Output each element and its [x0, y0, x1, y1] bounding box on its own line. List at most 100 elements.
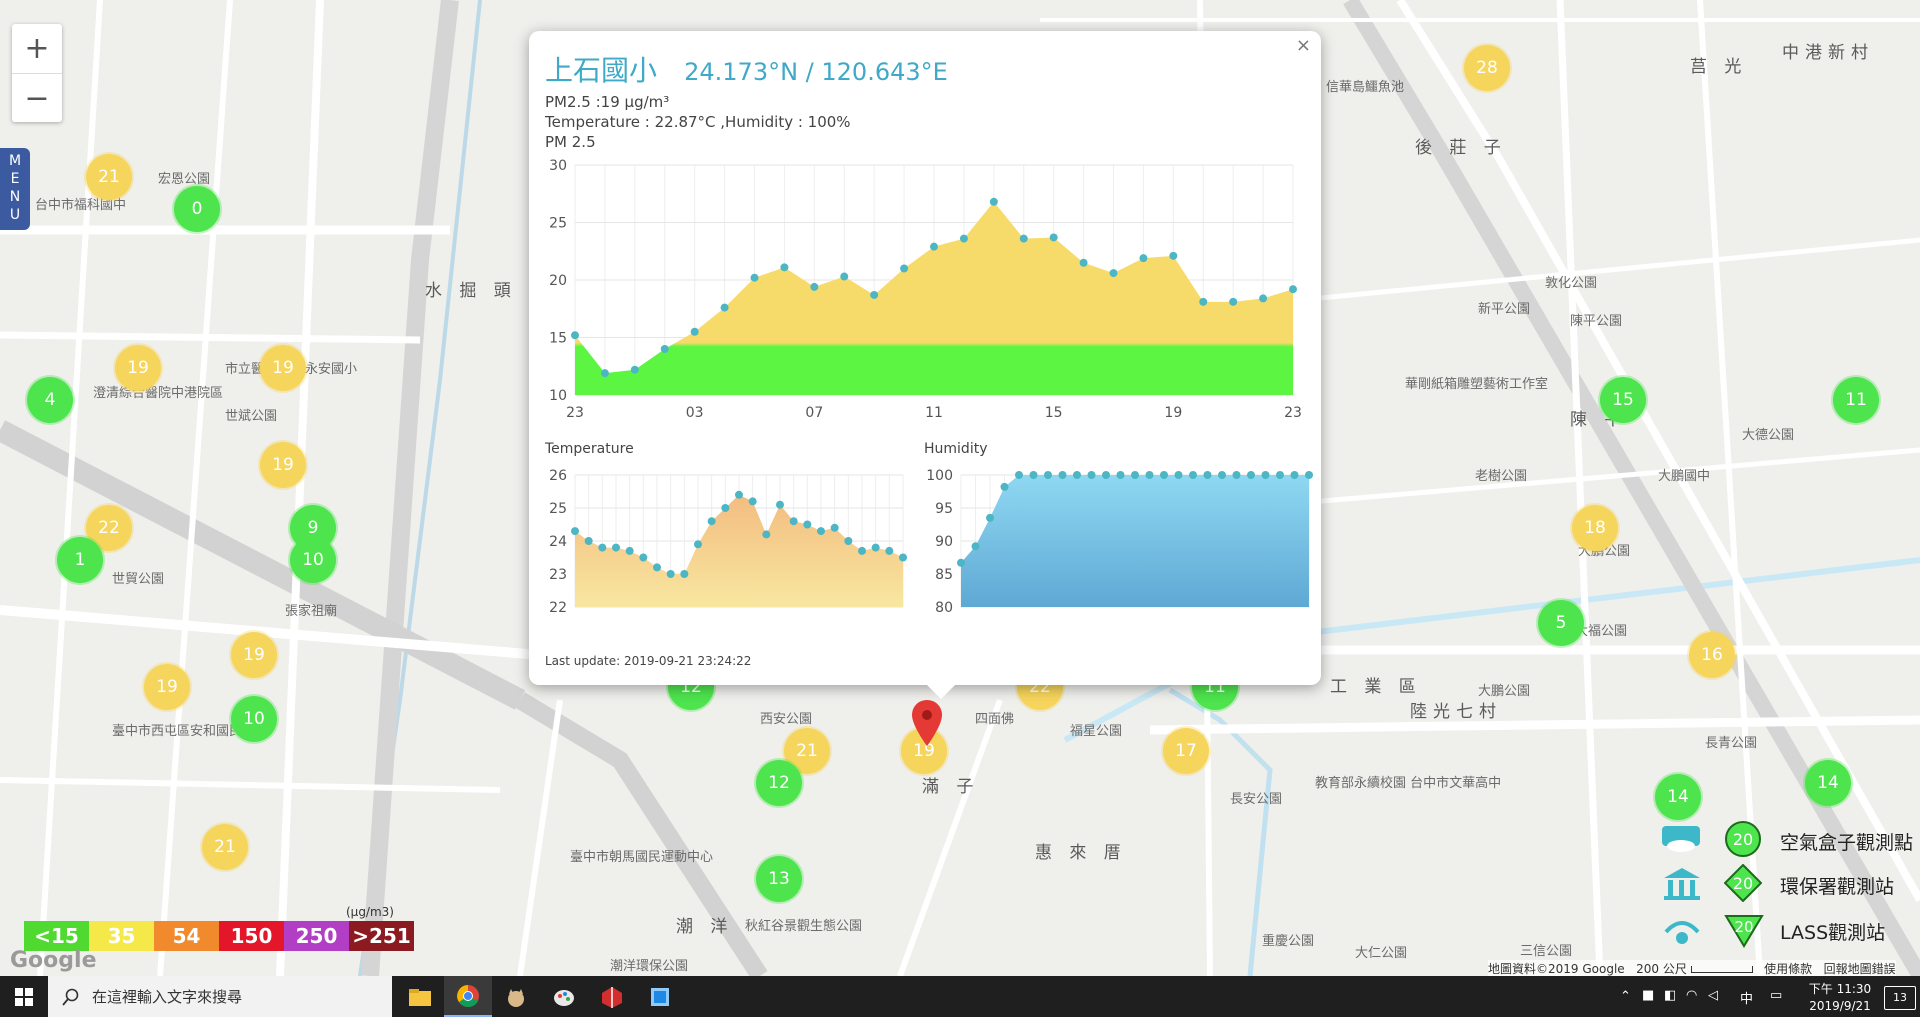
- sensor-marker[interactable]: 11: [1833, 377, 1879, 423]
- x-tick-label: 11: [925, 405, 943, 421]
- temperature-chart-title: Temperature: [545, 441, 634, 457]
- legend-lass: 20 LASS觀測站: [1660, 910, 1920, 950]
- notification-center[interactable]: 13: [1884, 986, 1916, 1010]
- sensor-marker[interactable]: 28: [1464, 45, 1510, 91]
- data-point: [735, 490, 743, 499]
- zoom-in-button[interactable]: +: [12, 24, 62, 74]
- district-label: 莒 光: [1690, 57, 1748, 77]
- search-icon: [62, 988, 79, 1006]
- close-icon[interactable]: ×: [1296, 35, 1311, 56]
- start-button[interactable]: [0, 976, 48, 1017]
- wifi-icon[interactable]: ◠: [1686, 988, 1697, 1003]
- map-scale[interactable]: 200 公尺: [1636, 962, 1687, 976]
- paint-app-icon[interactable]: [540, 976, 588, 1017]
- sensor-marker[interactable]: 15: [1600, 377, 1646, 423]
- place-label: 宏恩公園: [158, 172, 211, 187]
- place-label: 秋紅谷景觀生態公園: [745, 919, 863, 934]
- sensor-marker[interactable]: 13: [756, 856, 802, 902]
- data-point: [660, 345, 669, 353]
- legend-airbox: 20 空氣盒子觀測點: [1660, 820, 1920, 860]
- sensor-marker[interactable]: 18: [1572, 505, 1618, 551]
- sensor-marker[interactable]: 4: [27, 377, 73, 423]
- chrome-icon[interactable]: [444, 976, 492, 1017]
- district-label: 後 莊 子: [1415, 138, 1507, 158]
- y-tick-label: 24: [549, 534, 567, 550]
- zoom-out-button[interactable]: −: [12, 74, 62, 123]
- google-logo: Google: [10, 948, 97, 973]
- sensor-marker[interactable]: 0: [174, 186, 220, 232]
- sensor-marker[interactable]: 21: [202, 824, 248, 870]
- legend-epa: 20 環保署觀測站: [1660, 864, 1920, 904]
- data-point: [762, 530, 771, 539]
- sensor-marker[interactable]: 14: [1805, 760, 1851, 806]
- taskbar-search[interactable]: 在這裡輸入文字來搜尋: [48, 976, 392, 1017]
- sensor-marker[interactable]: 19: [144, 664, 190, 710]
- epa-marker-icon: 20: [1724, 864, 1762, 902]
- aqi-legend-item: 54: [154, 921, 219, 951]
- station-popup: × 上石國小 24.173°N / 120.643°E PM2.5 :19 μg…: [529, 31, 1321, 699]
- network-icon[interactable]: ◧: [1664, 988, 1676, 1003]
- security-icon[interactable]: ■: [1642, 988, 1654, 1003]
- data-point: [971, 542, 980, 551]
- data-point: [612, 543, 620, 552]
- data-point: [1116, 471, 1125, 479]
- aqi-legend: <15 35 54 150 250 >251: [24, 921, 414, 951]
- taskbar-clock[interactable]: 下午 11:30 2019/9/21: [1800, 980, 1880, 1013]
- data-point: [1073, 471, 1081, 479]
- sensor-marker[interactable]: 5: [1538, 600, 1584, 646]
- volume-icon[interactable]: ◁: [1708, 988, 1718, 1003]
- app-window-icon[interactable]: [636, 976, 684, 1017]
- sensor-marker[interactable]: 1: [57, 537, 103, 583]
- sensor-marker[interactable]: 16: [1689, 632, 1735, 678]
- sensor-marker[interactable]: 19: [260, 442, 306, 488]
- sensor-marker[interactable]: 17: [1163, 728, 1209, 774]
- data-point: [748, 497, 757, 506]
- sensor-marker[interactable]: 19: [231, 632, 277, 678]
- airbox-marker-value: 20: [1733, 830, 1753, 849]
- data-point: [1109, 269, 1118, 278]
- sensor-marker[interactable]: 14: [1655, 774, 1701, 820]
- data-point: [1218, 471, 1226, 479]
- sensor-marker[interactable]: 19: [115, 345, 161, 391]
- y-tick-label: 22: [549, 600, 567, 616]
- lass-marker-icon: 20: [1724, 915, 1764, 948]
- sensor-marker[interactable]: 10: [231, 696, 277, 742]
- x-tick-label: 19: [1164, 405, 1182, 421]
- windows-icon: [15, 987, 33, 1006]
- sensor-marker[interactable]: 10: [290, 537, 336, 583]
- place-label: 潮洋環保公園: [610, 959, 689, 974]
- data-point: [817, 527, 825, 536]
- pm25-chart: 10 15 20 25 30 23 03 07 11 15 19 23: [549, 158, 1302, 421]
- location-pin-icon[interactable]: [911, 700, 943, 748]
- data-point: [1290, 471, 1299, 479]
- app-icon[interactable]: [492, 976, 540, 1017]
- menu-button[interactable]: MENU: [0, 148, 30, 230]
- temp-humidity-reading: Temperature : 22.87°C ,Humidity : 100%: [545, 113, 851, 131]
- data-point: [694, 540, 702, 549]
- x-tick-label: 23: [566, 405, 584, 421]
- district-label: 陸光七村: [1410, 702, 1502, 722]
- data-point: [1174, 471, 1183, 479]
- sensor-marker[interactable]: 12: [756, 760, 802, 806]
- epa-label: 環保署觀測站: [1780, 876, 1895, 898]
- airbox-marker-icon: 20: [1725, 821, 1761, 857]
- place-label: 信華島鱷魚池: [1326, 80, 1405, 95]
- data-point: [1102, 471, 1110, 479]
- ime-indicator[interactable]: 中: [1740, 988, 1753, 1007]
- sensor-marker[interactable]: 19: [260, 345, 306, 391]
- data-point: [707, 517, 716, 526]
- terms-link[interactable]: 使用條款: [1764, 962, 1812, 976]
- keyboard-icon[interactable]: ▭: [1770, 988, 1782, 1003]
- data-point: [1261, 471, 1270, 479]
- sensor-marker[interactable]: 21: [86, 154, 132, 200]
- y-tick-label: 23: [549, 567, 567, 583]
- data-point: [885, 546, 894, 555]
- x-tick-label: 23: [1284, 405, 1302, 421]
- station-coords: 24.173°N / 120.643°E: [684, 58, 948, 86]
- sketchup-icon[interactable]: [588, 976, 636, 1017]
- y-tick-label: 10: [549, 388, 567, 404]
- data-point: [598, 543, 607, 552]
- report-error-link[interactable]: 回報地圖錯誤: [1824, 962, 1896, 976]
- show-hidden-icons[interactable]: ⌃: [1620, 989, 1631, 1004]
- file-explorer-icon[interactable]: [396, 976, 444, 1017]
